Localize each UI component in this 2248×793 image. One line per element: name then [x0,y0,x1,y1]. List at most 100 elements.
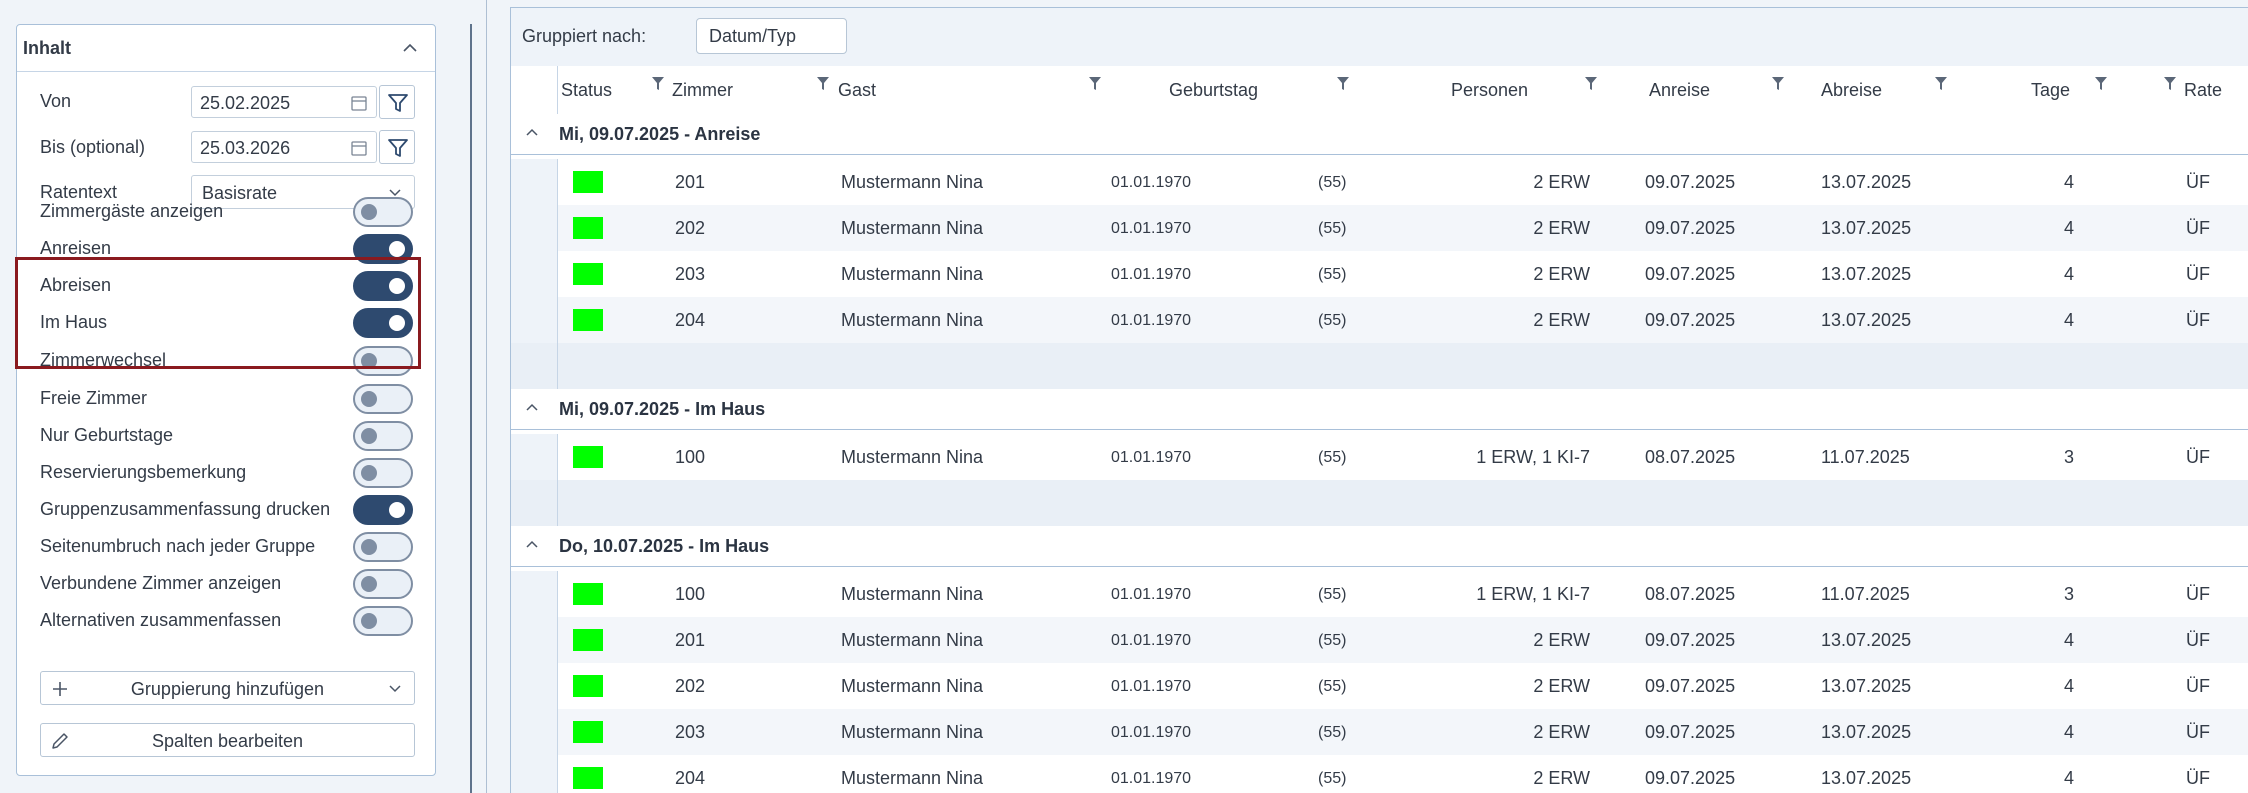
table-row[interactable]: 202 Mustermann Nina 01.01.1970 (55) 2 ERW 09.… [511,205,2248,251]
days-cell: 3 [2064,447,2075,467]
room-number-cell: 203 [675,264,706,284]
toggle-switch[interactable] [353,458,413,488]
group-by-chip[interactable]: Datum/Typ [696,18,847,54]
content-panel: Inhalt Von 25.02.2025 Bis (optional) 25.… [15,24,436,776]
bis-date-input[interactable]: 25.03.2026 [191,131,377,163]
departure-cell: 13.07.2025 [1821,264,1912,284]
arrival-cell: 09.07.2025 [1645,264,1736,284]
arrival-cell: 09.07.2025 [1645,218,1736,238]
column-filter-icon[interactable] [1088,76,1102,92]
column-filter-icon[interactable] [816,76,830,92]
persons-cell: 2 ERW [1533,172,1590,192]
add-grouping-button[interactable]: Gruppierung hinzufügen [40,671,415,705]
column-header[interactable]: Tage [2031,80,2070,101]
column-header[interactable]: Abreise [1821,80,1882,101]
toggle-switch[interactable] [353,308,413,338]
table-row[interactable]: 100 Mustermann Nina 01.01.1970 (55) 1 ERW, 1… [511,434,2248,480]
toggle-switch[interactable] [353,532,413,562]
status-indicator [573,583,603,605]
guest-name-cell: Mustermann Nina [841,447,984,467]
days-cell: 4 [2064,722,2075,742]
room-number-cell: 203 [675,722,706,742]
row-indent [511,251,558,297]
toggle-switch[interactable] [353,569,413,599]
column-filter-icon[interactable] [2094,76,2108,92]
guest-name-cell: Mustermann Nina [841,264,984,284]
von-date-input[interactable]: 25.02.2025 [191,86,377,118]
group-header-row[interactable]: Mi, 09.07.2025 - Anreise [511,114,2248,155]
chevron-up-icon[interactable] [401,39,419,57]
rate-cell: ÜF [2186,676,2210,696]
row-indent [511,755,558,793]
von-filter-button[interactable] [379,85,415,119]
guest-name-cell: Mustermann Nina [841,584,984,604]
column-filter-icon[interactable] [1771,76,1785,92]
arrival-cell: 09.07.2025 [1645,172,1736,192]
group-header-row[interactable]: Do, 10.07.2025 - Im Haus [511,526,2248,567]
table-row[interactable]: 201 Mustermann Nina 01.01.1970 (55) 2 ERW 09.… [511,617,2248,663]
room-number-cell: 201 [675,172,706,192]
column-header[interactable]: Zimmer [672,80,733,101]
table-row[interactable]: 201 Mustermann Nina 01.01.1970 (55) 2 ERW 09.… [511,159,2248,205]
column-filter-icon[interactable] [2163,76,2177,92]
age-cell: (55) [1318,266,1347,283]
edit-columns-label: Spalten bearbeiten [151,731,304,751]
toggle-label: Zimmergäste anzeigen [40,201,224,221]
room-number-cell: 204 [675,768,706,788]
rate-cell: ÜF [2186,218,2210,238]
toggle-switch[interactable] [353,346,413,376]
column-filter-icon[interactable] [1336,76,1350,92]
column-header[interactable]: Personen [1451,80,1528,101]
toggle-label: Freie Zimmer [40,388,147,408]
table-row[interactable]: 202 Mustermann Nina 01.01.1970 (55) 2 ERW 09.… [511,663,2248,709]
toggle-switch[interactable] [353,606,413,636]
table-row[interactable]: 203 Mustermann Nina 01.01.1970 (55) 2 ERW 09.… [511,709,2248,755]
toggle-knob [389,315,405,331]
persons-cell: 2 ERW [1533,218,1590,238]
chevron-up-icon[interactable] [525,401,539,413]
column-header[interactable]: Anreise [1649,80,1710,101]
toggle-knob [361,391,377,407]
toggle-switch[interactable] [353,421,413,451]
toggle-switch[interactable] [353,197,413,227]
column-header[interactable]: Status [561,80,612,101]
room-number-cell: 100 [675,584,706,604]
toggle-knob [361,428,377,444]
filter-icon [388,139,408,157]
column-header[interactable]: Rate [2184,80,2222,101]
group-header-row[interactable]: Mi, 09.07.2025 - Im Haus [511,389,2248,430]
column-filter-icon[interactable] [1934,76,1948,92]
chevron-up-icon[interactable] [525,538,539,550]
rate-cell: ÜF [2186,630,2210,650]
row-indent [511,297,558,343]
panel-separator [470,24,472,793]
toggle-switch[interactable] [353,234,413,264]
toggle-switch[interactable] [353,384,413,414]
panel-splitter[interactable] [486,0,487,793]
column-header[interactable]: Gast [838,80,876,101]
column-header[interactable]: Geburtstag [1169,80,1258,101]
age-cell: (55) [1318,449,1347,466]
arrival-cell: 09.07.2025 [1645,310,1736,330]
column-filter-icon[interactable] [651,76,665,92]
table-row[interactable]: 203 Mustermann Nina 01.01.1970 (55) 2 ERW 09.… [511,251,2248,297]
panel-header[interactable]: Inhalt [17,25,435,72]
table-row[interactable]: 100 Mustermann Nina 01.01.1970 (55) 1 ERW, 1… [511,571,2248,617]
persons-cell: 1 ERW, 1 KI-7 [1476,584,1590,604]
table-row[interactable]: 204 Mustermann Nina 01.01.1970 (55) 2 ERW 09.… [511,755,2248,793]
days-cell: 4 [2064,172,2075,192]
calendar-icon[interactable] [350,139,368,157]
age-cell: (55) [1318,678,1347,695]
toggle-switch[interactable] [353,271,413,301]
bis-filter-button[interactable] [379,130,415,164]
chevron-up-icon[interactable] [525,126,539,138]
birthday-cell: 01.01.1970 [1111,678,1192,695]
column-filter-icon[interactable] [1584,76,1598,92]
status-indicator [573,217,603,239]
table-row[interactable]: 204 Mustermann Nina 01.01.1970 (55) 2 ERW 09.… [511,297,2248,343]
edit-columns-button[interactable]: Spalten bearbeiten [40,723,415,757]
calendar-icon[interactable] [350,94,368,112]
toggle-label: Im Haus [40,312,108,332]
rate-cell: ÜF [2186,768,2210,788]
toggle-switch[interactable] [353,495,413,525]
